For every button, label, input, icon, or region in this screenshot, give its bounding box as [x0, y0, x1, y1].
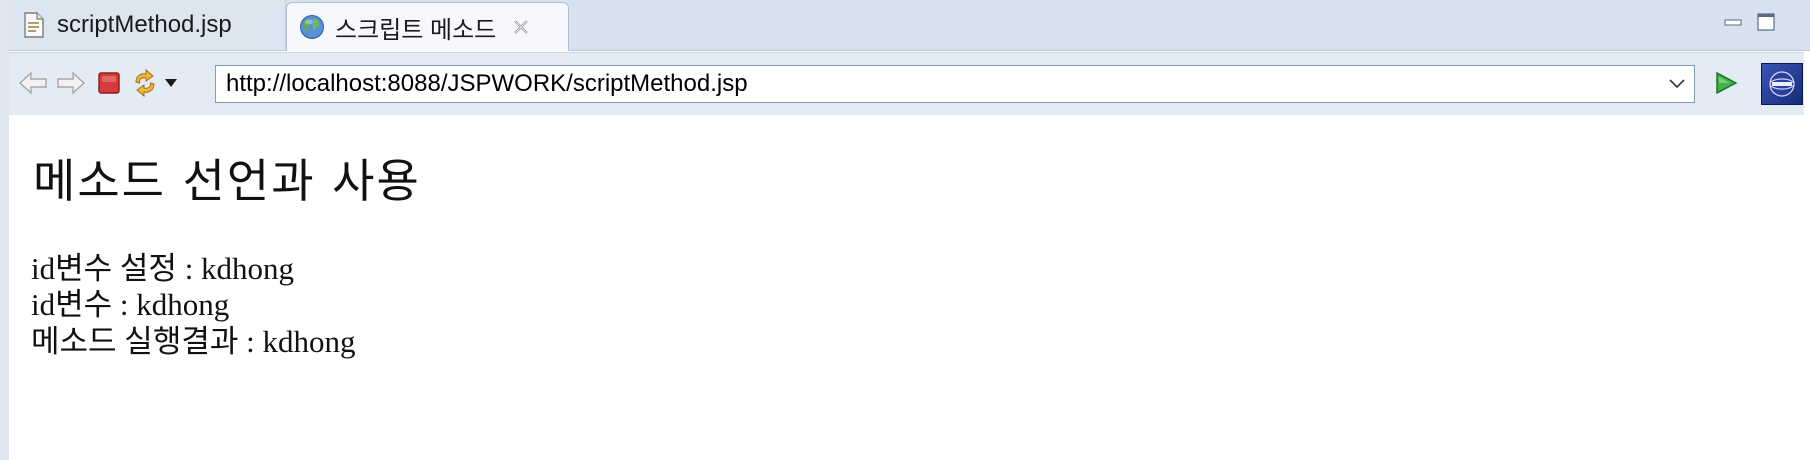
stop-icon[interactable]: [93, 67, 125, 99]
history-dropdown-icon[interactable]: [161, 67, 181, 99]
close-tab-icon[interactable]: [510, 16, 532, 38]
url-field[interactable]: http://localhost:8088/JSPWORK/scriptMeth…: [215, 65, 1695, 103]
browser-logo-icon: [1761, 63, 1803, 105]
minimize-icon[interactable]: [1722, 12, 1744, 32]
refresh-icon[interactable]: [129, 67, 161, 99]
maximize-icon[interactable]: [1755, 12, 1777, 32]
jsp-file-icon: [21, 11, 47, 39]
page-content: 메소드 선언과 사용 id변수 설정 : kdhong id변수 : kdhon…: [9, 115, 1810, 460]
url-text[interactable]: http://localhost:8088/JSPWORK/scriptMeth…: [216, 70, 1660, 98]
output-line-method-result: 메소드 실행결과 : kdhong: [31, 324, 356, 359]
tab-label: scriptMethod.jsp: [57, 11, 232, 38]
tab-scriptmethod-jsp[interactable]: scriptMethod.jsp: [9, 0, 286, 50]
forward-arrow-icon[interactable]: [55, 67, 87, 99]
tab-label: 스크립트 메소드: [335, 16, 497, 44]
go-icon[interactable]: [1709, 66, 1743, 100]
browser-toolbar: http://localhost:8088/JSPWORK/scriptMeth…: [9, 52, 1804, 116]
back-arrow-icon[interactable]: [17, 67, 49, 99]
page-heading: 메소드 선언과 사용: [33, 154, 421, 208]
url-dropdown-icon[interactable]: [1660, 66, 1694, 102]
window-left-edge: [0, 0, 9, 460]
globe-icon: [299, 13, 325, 41]
tab-script-method-browser[interactable]: 스크립트 메소드: [286, 2, 569, 51]
embedded-browser-window: scriptMethod.jsp 스크립트 메소드 http://localho…: [0, 0, 1810, 460]
editor-tab-bar: scriptMethod.jsp 스크립트 메소드: [9, 0, 1810, 51]
